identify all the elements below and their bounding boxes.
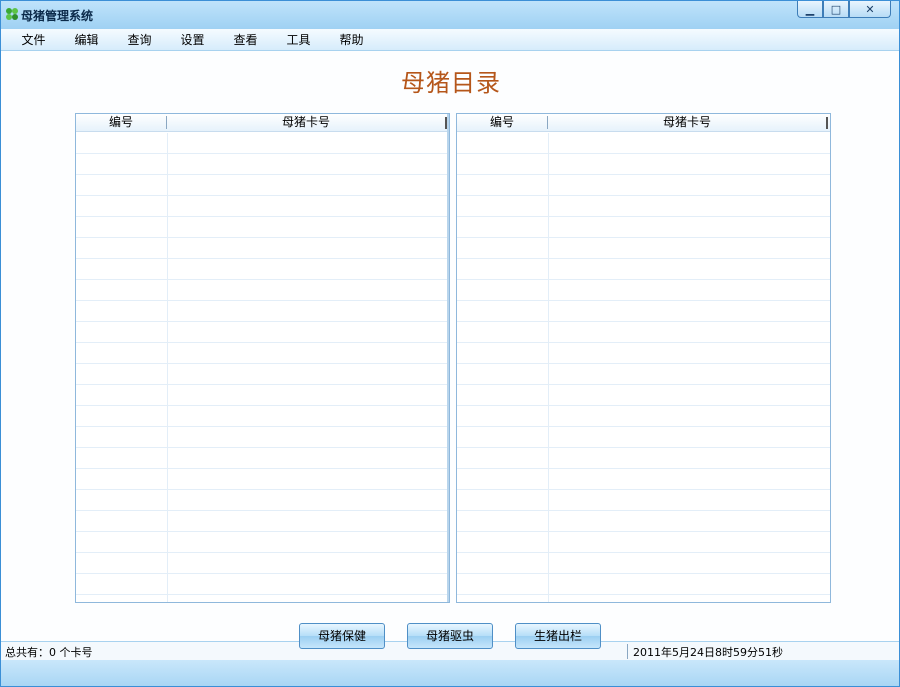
- maximize-icon: □: [830, 2, 842, 16]
- close-icon: ✕: [865, 2, 875, 16]
- column-header-card-number[interactable]: 母猪卡号: [548, 114, 826, 131]
- menu-query[interactable]: 查询: [113, 31, 166, 48]
- title-bar[interactable]: 母猪管理系统 ▁ □ ✕: [1, 1, 899, 29]
- table-body[interactable]: [457, 133, 830, 602]
- window-title: 母猪管理系统: [21, 9, 94, 23]
- menu-help[interactable]: 帮助: [325, 31, 378, 48]
- column-header-number[interactable]: 编号: [76, 114, 166, 131]
- hog-shipout-button[interactable]: 生猪出栏: [515, 623, 601, 649]
- menu-tools[interactable]: 工具: [272, 31, 325, 48]
- sow-deworm-button[interactable]: 母猪驱虫: [407, 623, 493, 649]
- right-card-table[interactable]: 编号 母猪卡号: [456, 113, 831, 603]
- minimize-icon: ▁: [805, 2, 815, 16]
- menu-settings[interactable]: 设置: [166, 31, 219, 48]
- table-header: 编号 母猪卡号: [76, 114, 449, 132]
- sow-health-button[interactable]: 母猪保健: [299, 623, 385, 649]
- main-window: 母猪管理系统 ▁ □ ✕ 文件 编辑 查询 设置 查看 工具 帮助 母猪目录 编…: [0, 0, 900, 687]
- column-line: [548, 133, 549, 602]
- maximize-button[interactable]: □: [823, 1, 849, 18]
- status-datetime: 2011年5月24日8时59分51秒: [633, 646, 783, 659]
- column-line: [167, 133, 168, 602]
- bottom-bar: [1, 660, 899, 686]
- menu-bar: 文件 编辑 查询 设置 查看 工具 帮助: [1, 29, 899, 51]
- menu-edit[interactable]: 编辑: [60, 31, 113, 48]
- window-controls: ▁ □ ✕: [797, 1, 891, 19]
- column-header-number[interactable]: 编号: [457, 114, 547, 131]
- column-header-card-number[interactable]: 母猪卡号: [167, 114, 445, 131]
- close-button[interactable]: ✕: [849, 1, 891, 18]
- status-total-count: 总共有：0 个卡号: [5, 646, 93, 659]
- minimize-button[interactable]: ▁: [797, 1, 823, 18]
- menu-file[interactable]: 文件: [7, 31, 60, 48]
- page-title: 母猪目录: [401, 69, 501, 97]
- table-body[interactable]: [76, 133, 449, 602]
- column-resize-handle[interactable]: [826, 117, 828, 129]
- table-header: 编号 母猪卡号: [457, 114, 830, 132]
- menu-view[interactable]: 查看: [219, 31, 272, 48]
- scrollbar-track[interactable]: [447, 114, 449, 602]
- app-leaf-icon: [6, 8, 18, 20]
- left-card-table[interactable]: 编号 母猪卡号: [75, 113, 450, 603]
- status-separator: [627, 644, 628, 659]
